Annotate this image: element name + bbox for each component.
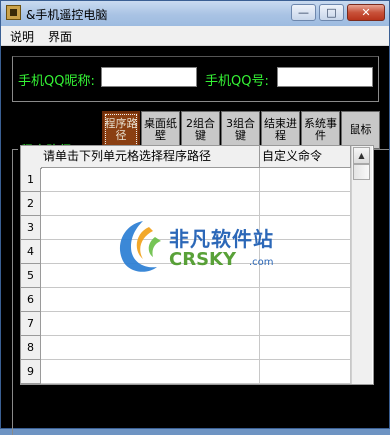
qq-number-label: 手机QQ号: (205, 74, 269, 89)
grid-cell[interactable] (260, 336, 351, 360)
grid-cell[interactable] (260, 360, 351, 384)
grid-corner (21, 146, 42, 169)
grid-cell[interactable] (260, 168, 351, 192)
tab-mouse[interactable]: 鼠标 (341, 111, 380, 149)
qq-number-input[interactable] (277, 67, 373, 87)
title-bar[interactable]: &手机遥控电脑 — □ ✕ (1, 1, 389, 26)
row-header[interactable]: 3 (21, 216, 41, 240)
window-title: &手机遥控电脑 (26, 8, 108, 22)
row-header[interactable]: 1 (21, 168, 41, 192)
grid-cell[interactable] (41, 336, 260, 360)
app-icon (6, 5, 21, 20)
tab-program-path[interactable]: 程序路径 (102, 111, 140, 149)
grid-cell[interactable] (260, 288, 351, 312)
watermark-swirl-icon (119, 221, 161, 272)
vertical-scrollbar[interactable]: ▲ (351, 146, 372, 384)
menu-bar: 说明 界面 (1, 26, 389, 46)
qq-settings-group: 手机QQ昵称: 手机QQ号: (12, 56, 379, 102)
row-header[interactable]: 6 (21, 288, 41, 312)
grid-cell[interactable] (41, 168, 260, 192)
watermark-logo: 非凡软件站 CRSKY .com (113, 217, 283, 281)
tab-2-key-combo[interactable]: 2组合键 (181, 111, 220, 149)
maximize-button[interactable]: □ (319, 4, 344, 21)
tab-desktop-wallpaper[interactable]: 桌面纸壁 (141, 111, 180, 149)
watermark-com-text: .com (249, 257, 274, 268)
row-header[interactable]: 7 (21, 312, 41, 336)
tab-end-process[interactable]: 结束进程 (261, 111, 300, 149)
watermark-en-text: CRSKY (169, 249, 237, 270)
row-header[interactable]: 9 (21, 360, 41, 384)
column-header-custom-command[interactable]: 自定义命令 (260, 146, 351, 168)
grid-cell[interactable] (41, 312, 260, 336)
menu-interface[interactable]: 界面 (48, 28, 72, 45)
row-header[interactable]: 2 (21, 192, 41, 216)
minimize-button[interactable]: — (291, 4, 316, 21)
qq-nick-label: 手机QQ昵称: (18, 74, 95, 89)
tab-system-events[interactable]: 系统事件 (301, 111, 340, 149)
grid-cell[interactable] (260, 192, 351, 216)
app-window: &手机遥控电脑 — □ ✕ 说明 界面 手机QQ昵称: 手机QQ号: 程序路径 … (0, 0, 390, 435)
row-header[interactable]: 8 (21, 336, 41, 360)
qq-nick-input[interactable] (101, 67, 197, 87)
row-header[interactable]: 4 (21, 240, 41, 264)
grid-cell[interactable] (41, 360, 260, 384)
row-header[interactable]: 5 (21, 264, 41, 288)
column-header-program-path[interactable]: 请单击下列单元格选择程序路径 (41, 146, 260, 168)
close-button[interactable]: ✕ (347, 4, 385, 21)
grid-cell[interactable] (41, 192, 260, 216)
grid-cell[interactable] (41, 288, 260, 312)
watermark-cn-text: 非凡软件站 (169, 227, 274, 251)
tab-3-key-combo[interactable]: 3组合键 (221, 111, 260, 149)
grid-cell[interactable] (260, 312, 351, 336)
scroll-up-button[interactable]: ▲ (353, 147, 370, 164)
scroll-thumb[interactable] (353, 164, 370, 180)
menu-help[interactable]: 说明 (10, 28, 34, 45)
